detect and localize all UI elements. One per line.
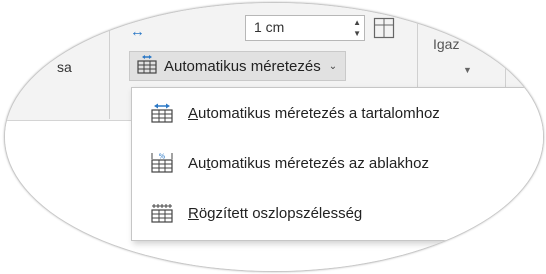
menu-item-label: Automatikus méretezés a tartalomhoz — [188, 104, 440, 122]
autofit-contents-icon — [150, 102, 176, 124]
chevron-down-icon: ⌄ — [328, 60, 338, 72]
width-value: 1 cm — [254, 19, 285, 35]
partial-label-left: sa — [57, 59, 72, 75]
partial-label-right: Igaz — [433, 36, 460, 52]
magnifier-lens: ↔ sa 1 cm ▲ ▼ Igaz ▼ Automatikus méretezé… — [4, 2, 544, 272]
group-separator — [109, 21, 110, 119]
autofit-button[interactable]: Automatikus méretezés ⌄ — [129, 51, 347, 81]
distribute-columns-icon[interactable]: ↔ — [130, 23, 145, 40]
table-grid-icon[interactable] — [373, 17, 395, 44]
autofit-dropdown-menu: Automatikus méretezés a tartalomhoz % Au… — [131, 87, 543, 241]
spin-arrows-icon[interactable]: ▲ ▼ — [353, 17, 361, 39]
autofit-button-label: Automatikus méretezés — [164, 57, 321, 75]
width-spinbox[interactable]: 1 cm ▲ ▼ — [245, 15, 365, 41]
menu-item-label: Rögzített oszlopszélesség — [188, 204, 363, 222]
menu-item-label: Automatikus méretezés az ablakhoz — [188, 154, 429, 172]
menu-item-autofit-window[interactable]: % Automatikus méretezés az ablakhoz — [132, 144, 543, 182]
autofit-table-icon — [136, 53, 158, 79]
menu-item-fixed-column-width[interactable]: Rögzített oszlopszélesség — [132, 194, 543, 232]
svg-text:%: % — [159, 153, 166, 161]
chevron-down-icon[interactable]: ▼ — [463, 65, 472, 75]
autofit-window-icon: % — [150, 152, 176, 174]
menu-item-autofit-contents[interactable]: Automatikus méretezés a tartalomhoz — [132, 94, 543, 132]
fixed-column-width-icon — [150, 202, 176, 224]
